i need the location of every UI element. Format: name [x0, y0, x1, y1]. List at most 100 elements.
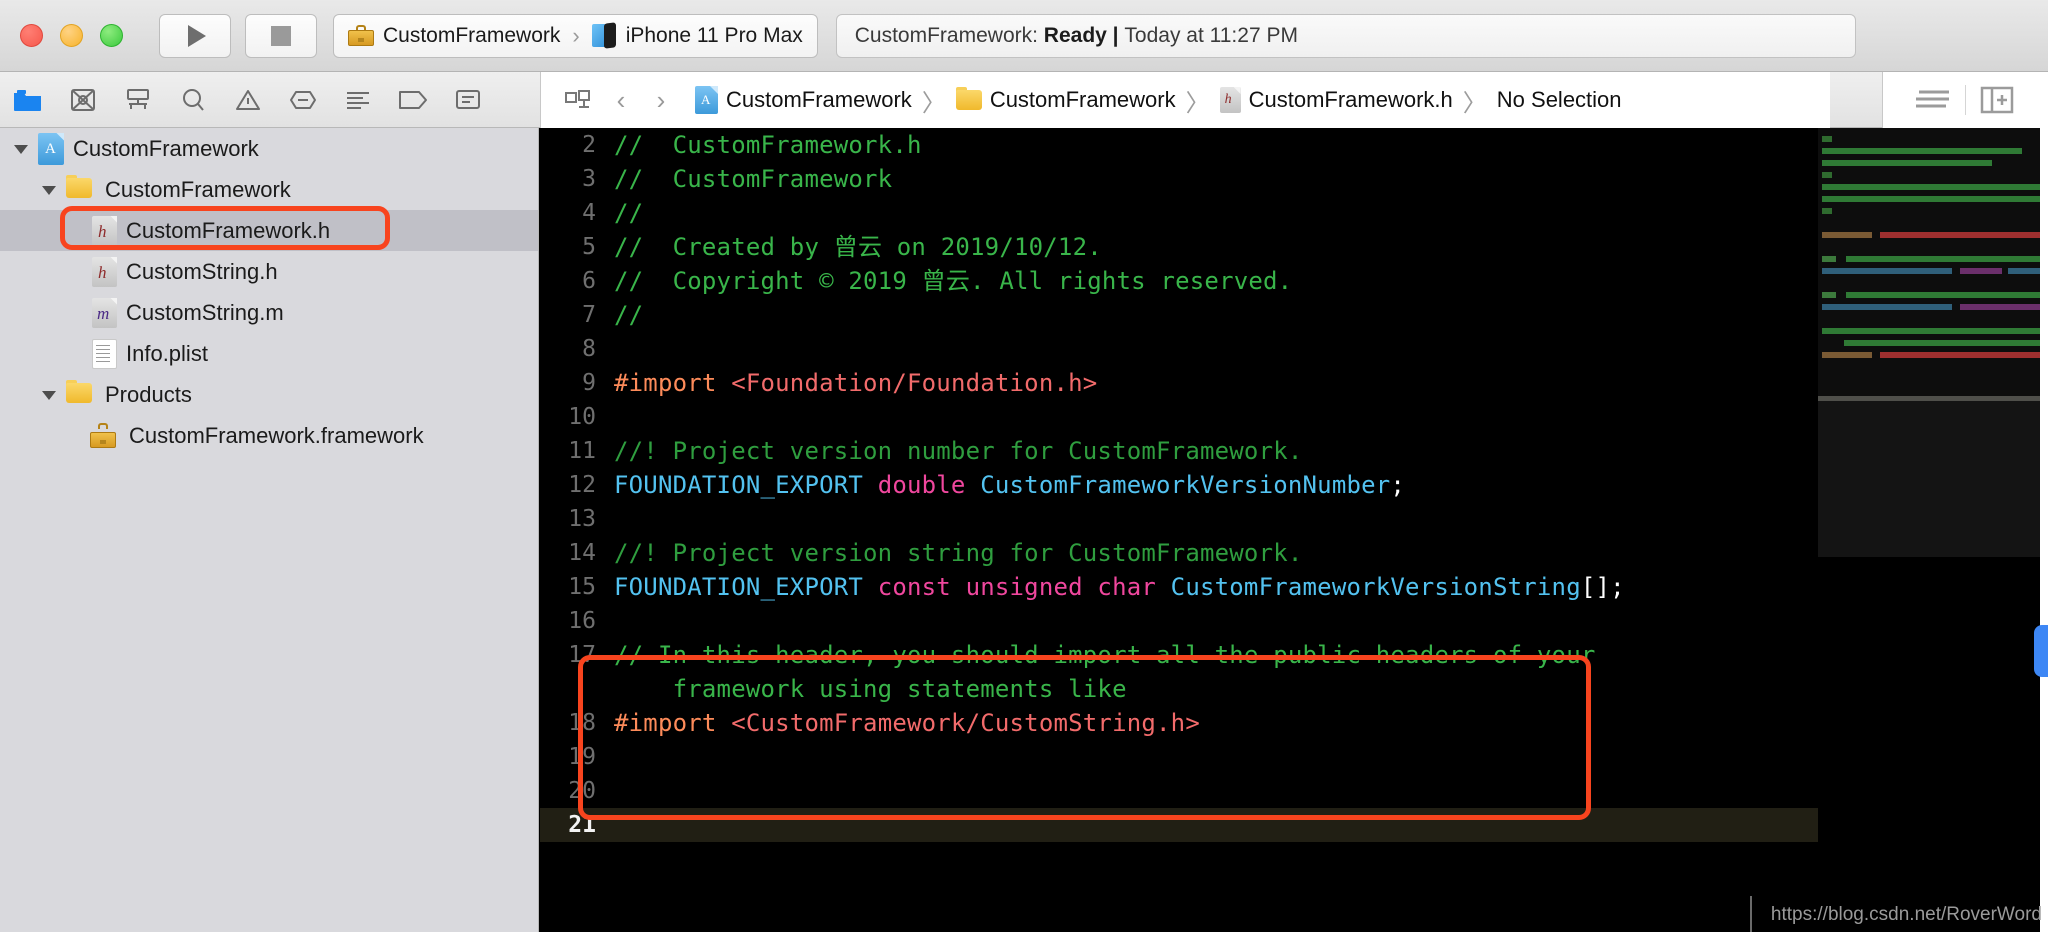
watermark-text: https://blog.csdn.net/RoverWord [1770, 904, 2042, 925]
sidebar-item-customframework-h[interactable]: h CustomFramework.h [0, 210, 538, 251]
folder-icon [66, 380, 96, 406]
jump-back-button[interactable]: ‹ [601, 72, 641, 128]
report-navigator-icon[interactable] [440, 72, 495, 128]
jump-bar: ‹ › A CustomFramework 〉 CustomFramework … [540, 72, 1830, 128]
minimize-button[interactable] [60, 24, 83, 47]
disclosure-triangle-open-icon[interactable] [38, 374, 60, 415]
disclosure-triangle-open-icon[interactable] [10, 128, 32, 169]
code-token: #import [614, 369, 732, 397]
line-number: 20 [568, 778, 596, 804]
status-prefix: CustomFramework: [854, 23, 1038, 47]
project-navigator[interactable]: A CustomFramework CustomFramework h Cust… [0, 128, 539, 932]
sidebar-item-label: CustomFramework [105, 176, 291, 202]
sidebar-item-framework-product[interactable]: CustomFramework.framework [0, 415, 538, 456]
test-navigator-icon[interactable] [275, 72, 330, 128]
plist-file-icon [92, 338, 117, 369]
code-line: 19 [540, 740, 1818, 774]
breadcrumb-file-label: CustomFramework.h [1248, 87, 1453, 112]
scheme-selector[interactable]: CustomFramework › iPhone 11 Pro Max [333, 13, 818, 58]
line-number: 18 [568, 710, 596, 736]
play-icon [188, 24, 206, 47]
objc-file-icon: m [92, 297, 117, 328]
code-token: CustomFrameworkVersionString [1170, 573, 1581, 601]
stop-icon [271, 25, 291, 46]
minimap-line [1822, 148, 2022, 154]
line-number: 19 [568, 744, 596, 770]
line-number: 2 [582, 132, 596, 158]
sidebar-item-project[interactable]: A CustomFramework [0, 128, 538, 169]
scheme-destination: iPhone 11 Pro Max [625, 23, 803, 47]
standard-editor-icon[interactable] [1903, 72, 1965, 128]
inline-action-nub[interactable] [2034, 625, 2048, 677]
code-token: //! Project version number for CustomFra… [614, 437, 1303, 465]
line-number: 17 [568, 642, 596, 668]
sidebar-item-label: Info.plist [126, 340, 208, 366]
activity-status-bar[interactable]: CustomFramework: Ready | Today at 11:27 … [835, 13, 1856, 58]
folder-icon [66, 175, 96, 201]
sidebar-item-customstring-h[interactable]: h CustomString.h [0, 251, 538, 292]
close-button[interactable] [20, 24, 43, 47]
minimap-line [1822, 160, 1992, 166]
sidebar-item-label: CustomFramework.h [126, 217, 331, 243]
jump-forward-button[interactable]: › [641, 72, 681, 128]
stop-button[interactable] [245, 13, 317, 58]
code-token: // CustomFramework [614, 165, 893, 193]
source-editor[interactable]: 2 // CustomFramework.h 3 // CustomFramewor… [540, 128, 1818, 932]
sidebar-item-group[interactable]: CustomFramework [0, 169, 538, 210]
breadcrumb-separator-3: 〉 [1462, 89, 1487, 117]
debug-navigator-icon[interactable] [330, 72, 385, 128]
sidebar-item-products[interactable]: Products [0, 374, 538, 415]
run-button[interactable] [159, 13, 231, 58]
scheme-project-name: CustomFramework [383, 23, 561, 47]
breadcrumb-selection-label: No Selection [1496, 87, 1622, 112]
minimap-line [1822, 196, 2040, 202]
code-token: // Created by 曾云 on 2019/10/12. [614, 233, 1102, 261]
breakpoint-navigator-icon[interactable] [385, 72, 440, 128]
code-line: 16 [540, 604, 1818, 638]
minimap-line [1822, 328, 2040, 334]
status-time: Today at 11:27 PM [1124, 23, 1298, 47]
code-token: const unsigned char [877, 573, 1171, 601]
code-token: // Copyright © 2019 曾云. All rights reser… [614, 267, 1293, 295]
framework-icon [90, 423, 120, 448]
code-token: //! Project version string for CustomFra… [614, 539, 1303, 567]
disclosure-triangle-open-icon[interactable] [38, 169, 60, 210]
code-token: <Foundation/Foundation.h> [731, 369, 1098, 397]
code-line: 15 FOUNDATION_EXPORT const unsigned char … [540, 570, 1818, 604]
code-line: 9 #import <Foundation/Foundation.h> [540, 366, 1818, 400]
symbol-navigator-icon[interactable] [110, 72, 165, 128]
scheme-separator: › [572, 22, 580, 48]
sidebar-item-label: Products [105, 381, 192, 407]
breadcrumb-selection[interactable]: No Selection [1497, 87, 1622, 113]
minimap-line [1818, 316, 2040, 322]
find-navigator-icon[interactable] [165, 72, 220, 128]
breadcrumb-file[interactable]: h CustomFramework.h [1219, 87, 1453, 113]
code-line: 10 [540, 400, 1818, 434]
sidebar-item-customstring-m[interactable]: m CustomString.m [0, 292, 538, 333]
line-number: 12 [568, 472, 596, 498]
code-token: double [877, 471, 981, 499]
breadcrumb-project[interactable]: A CustomFramework [695, 86, 912, 114]
line-number: 15 [568, 574, 596, 600]
breadcrumb-separator: 〉 [921, 89, 946, 117]
minimap-line [1844, 340, 2040, 346]
minimap-line [1818, 352, 2040, 358]
related-items-icon[interactable] [555, 72, 601, 128]
traffic-lights [20, 24, 123, 47]
sidebar-item-info-plist[interactable]: Info.plist [0, 333, 538, 374]
breadcrumb-group[interactable]: CustomFramework [955, 87, 1176, 113]
line-number: 14 [568, 540, 596, 566]
line-number: 4 [582, 200, 596, 226]
xcode-window: CustomFramework › iPhone 11 Pro Max Cust… [0, 0, 2048, 932]
zoom-button[interactable] [100, 24, 123, 47]
line-number: 16 [568, 608, 596, 634]
code-line: 2 // CustomFramework.h [540, 128, 1818, 162]
source-control-navigator-icon[interactable] [55, 72, 110, 128]
add-editor-icon[interactable] [1966, 72, 2028, 128]
sidebar-item-label: CustomString.h [126, 258, 278, 284]
folder-navigator-icon[interactable] [0, 72, 55, 128]
line-number: 5 [582, 234, 596, 260]
issue-navigator-icon[interactable] [220, 72, 275, 128]
code-line: 6 // Copyright © 2019 曾云. All rights rese… [540, 264, 1818, 298]
editor-minimap[interactable] [1818, 128, 2040, 932]
